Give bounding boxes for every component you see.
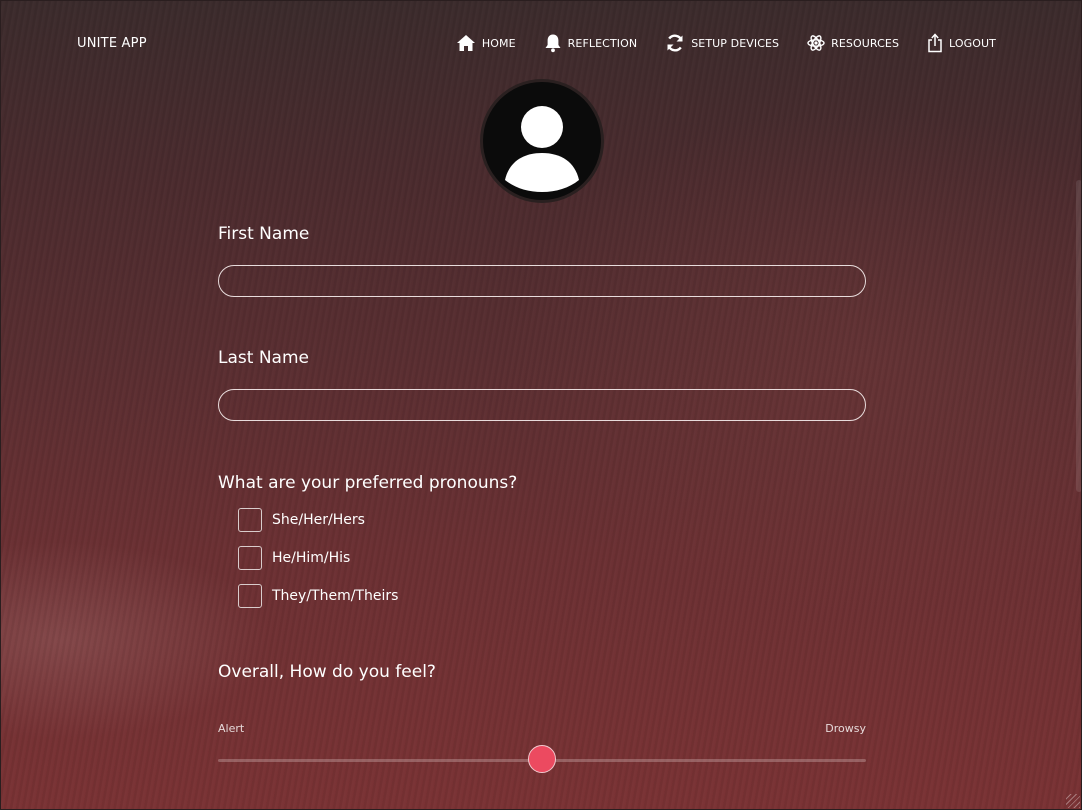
atom-icon bbox=[807, 34, 825, 52]
profile-form: First Name Last Name What are your prefe… bbox=[218, 222, 866, 776]
feeling-slider-thumb[interactable] bbox=[528, 745, 556, 773]
pronoun-he-checkbox[interactable] bbox=[238, 546, 262, 570]
resize-grip[interactable] bbox=[1066, 794, 1080, 808]
nav-logout-label: LOGOUT bbox=[949, 36, 996, 50]
top-navbar: UNITE APP HOME REFLECTION SETUP DEVICES … bbox=[0, 0, 1082, 86]
nav-setup-devices-label: SETUP DEVICES bbox=[691, 36, 780, 50]
nav-reflection-link[interactable]: REFLECTION bbox=[544, 32, 638, 54]
pronoun-they-checkbox[interactable] bbox=[238, 584, 262, 608]
nav-links: HOME REFLECTION SETUP DEVICES RESOURCES … bbox=[456, 32, 996, 54]
pronoun-option-he[interactable]: He/Him/His bbox=[238, 539, 866, 577]
feeling-max-label: Drowsy bbox=[825, 722, 866, 735]
nav-reflection-label: REFLECTION bbox=[567, 36, 638, 50]
app-brand-link[interactable]: UNITE APP bbox=[77, 36, 147, 51]
pronoun-options: She/Her/Hers He/Him/His They/Them/Theirs bbox=[218, 501, 866, 615]
first-name-label: First Name bbox=[218, 224, 310, 244]
first-name-input[interactable] bbox=[218, 265, 866, 297]
feeling-range-labels: Alert Drowsy bbox=[218, 722, 866, 738]
last-name-label: Last Name bbox=[218, 348, 309, 368]
share-logout-icon bbox=[927, 33, 943, 53]
sync-icon bbox=[665, 33, 685, 53]
feeling-group: Overall, How do you feel? Alert Drowsy bbox=[218, 660, 866, 776]
nav-resources-link[interactable]: RESOURCES bbox=[807, 32, 899, 54]
pronouns-question: What are your preferred pronouns? bbox=[218, 473, 518, 493]
pronouns-group: What are your preferred pronouns? She/He… bbox=[218, 471, 866, 615]
nav-logout-link[interactable]: LOGOUT bbox=[927, 32, 996, 54]
profile-avatar[interactable] bbox=[483, 82, 601, 200]
first-name-group: First Name bbox=[218, 222, 866, 297]
nav-setup-devices-link[interactable]: SETUP DEVICES bbox=[665, 32, 779, 54]
nav-resources-label: RESOURCES bbox=[831, 36, 900, 50]
pronoun-she-checkbox[interactable] bbox=[238, 508, 262, 532]
feeling-slider[interactable] bbox=[218, 744, 866, 776]
pronoun-they-label: They/Them/Theirs bbox=[272, 588, 399, 604]
last-name-group: Last Name bbox=[218, 346, 866, 421]
page-scrollbar[interactable] bbox=[1076, 180, 1082, 492]
nav-home-label: HOME bbox=[481, 36, 516, 50]
feeling-min-label: Alert bbox=[218, 722, 245, 735]
pronoun-option-they[interactable]: They/Them/Theirs bbox=[238, 577, 866, 615]
pronoun-he-label: He/Him/His bbox=[272, 550, 351, 566]
home-icon bbox=[456, 34, 476, 52]
nav-home-link[interactable]: HOME bbox=[456, 32, 516, 54]
user-avatar-icon bbox=[483, 106, 601, 200]
pronoun-she-label: She/Her/Hers bbox=[272, 512, 365, 528]
feeling-question: Overall, How do you feel? bbox=[218, 662, 436, 682]
pronoun-option-she[interactable]: She/Her/Hers bbox=[238, 501, 866, 539]
last-name-input[interactable] bbox=[218, 389, 866, 421]
bell-icon bbox=[544, 33, 562, 53]
